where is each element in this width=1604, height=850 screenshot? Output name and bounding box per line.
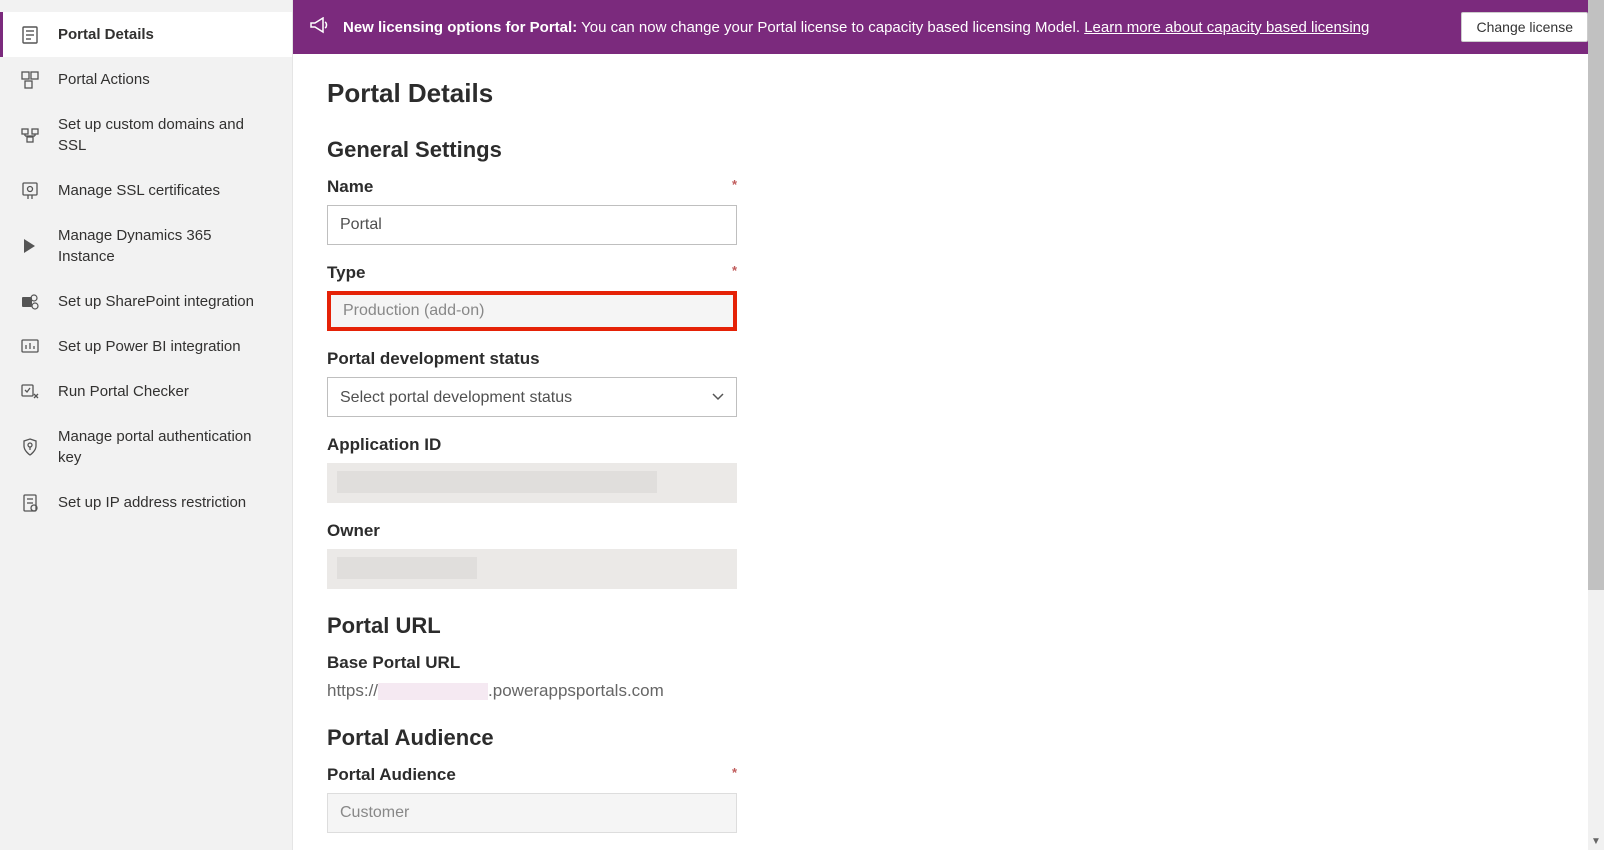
sidebar-item-ssl-certificates[interactable]: Manage SSL certificates: [0, 168, 292, 213]
name-input[interactable]: [327, 205, 737, 245]
type-field-group: Type *: [327, 263, 737, 331]
name-label: Name: [327, 177, 373, 197]
certificate-icon: [20, 181, 40, 201]
sidebar-item-powerbi[interactable]: Set up Power BI integration: [0, 324, 292, 369]
sidebar-item-label: Run Portal Checker: [58, 381, 272, 402]
portal-audience-label: Portal Audience: [327, 765, 456, 785]
powerbi-icon: [20, 337, 40, 357]
sidebar-item-auth-key[interactable]: Manage portal authentication key: [0, 414, 292, 480]
scrollbar-thumb[interactable]: [1588, 0, 1604, 590]
banner-message: You can now change your Portal license t…: [581, 19, 1080, 36]
page-title: Portal Details: [327, 78, 1570, 109]
required-mark: *: [732, 765, 737, 785]
name-field-group: Name *: [327, 177, 737, 245]
sidebar-item-label: Manage Dynamics 365 Instance: [58, 225, 272, 267]
portal-audience-heading: Portal Audience: [327, 725, 1570, 751]
sidebar-item-portal-details[interactable]: Portal Details: [0, 12, 292, 57]
sidebar-item-label: Portal Details: [58, 24, 272, 45]
owner-value: [327, 549, 737, 589]
required-mark: *: [732, 263, 737, 283]
app-id-value: [327, 463, 737, 503]
type-input: [327, 291, 737, 331]
shield-icon: [20, 437, 40, 457]
portal-audience-input: [327, 793, 737, 833]
app-id-label: Application ID: [327, 435, 441, 455]
domains-icon: [20, 125, 40, 145]
sidebar-item-label: Manage portal authentication key: [58, 426, 272, 468]
owner-field-group: Owner: [327, 521, 737, 589]
sidebar-item-custom-domains[interactable]: Set up custom domains and SSL: [0, 102, 292, 168]
dev-status-field-group: Portal development status Select portal …: [327, 349, 737, 417]
main-content: New licensing options for Portal: You ca…: [293, 0, 1604, 850]
sidebar-item-label: Set up SharePoint integration: [58, 291, 272, 312]
dev-status-select[interactable]: Select portal development status: [327, 377, 737, 417]
sidebar-item-ip-restriction[interactable]: Set up IP address restriction: [0, 480, 292, 525]
app-id-field-group: Application ID: [327, 435, 737, 503]
sidebar-item-label: Set up IP address restriction: [58, 492, 272, 513]
sidebar-item-portal-checker[interactable]: Run Portal Checker: [0, 369, 292, 414]
page-content: Portal Details General Settings Name * T…: [293, 54, 1604, 850]
sharepoint-icon: [20, 292, 40, 312]
portal-audience-field-group: Portal Audience *: [327, 765, 737, 833]
sidebar-item-label: Set up custom domains and SSL: [58, 114, 272, 156]
base-url-label: Base Portal URL: [327, 653, 460, 673]
change-license-button[interactable]: Change license: [1461, 12, 1588, 42]
owner-label: Owner: [327, 521, 380, 541]
base-url-field-group: Base Portal URL https://.powerappsportal…: [327, 653, 737, 701]
required-mark: *: [732, 177, 737, 197]
sidebar-item-sharepoint[interactable]: Set up SharePoint integration: [0, 279, 292, 324]
banner-title: New licensing options for Portal:: [343, 19, 577, 36]
banner-text: New licensing options for Portal: You ca…: [343, 19, 1441, 36]
licensing-banner: New licensing options for Portal: You ca…: [293, 0, 1604, 54]
type-label: Type: [327, 263, 365, 283]
banner-learn-more-link[interactable]: Learn more about capacity based licensin…: [1084, 19, 1369, 36]
sidebar-item-label: Portal Actions: [58, 69, 272, 90]
sidebar: Portal Details Portal Actions Set up cus…: [0, 0, 293, 850]
base-url-value: https://.powerappsportals.com: [327, 681, 737, 701]
sidebar-item-label: Set up Power BI integration: [58, 336, 272, 357]
scroll-down-icon[interactable]: ▼: [1588, 834, 1604, 850]
portal-url-heading: Portal URL: [327, 613, 1570, 639]
document-icon: [20, 25, 40, 45]
actions-icon: [20, 70, 40, 90]
sidebar-item-dynamics-instance[interactable]: Manage Dynamics 365 Instance: [0, 213, 292, 279]
sidebar-item-label: Manage SSL certificates: [58, 180, 272, 201]
dev-status-label: Portal development status: [327, 349, 540, 369]
sidebar-item-portal-actions[interactable]: Portal Actions: [0, 57, 292, 102]
megaphone-icon: [309, 17, 329, 37]
url-redacted: [378, 683, 488, 700]
checker-icon: [20, 382, 40, 402]
iprestrict-icon: [20, 493, 40, 513]
vertical-scrollbar[interactable]: ▼: [1588, 0, 1604, 850]
play-icon: [20, 236, 40, 256]
general-settings-heading: General Settings: [327, 137, 1570, 163]
